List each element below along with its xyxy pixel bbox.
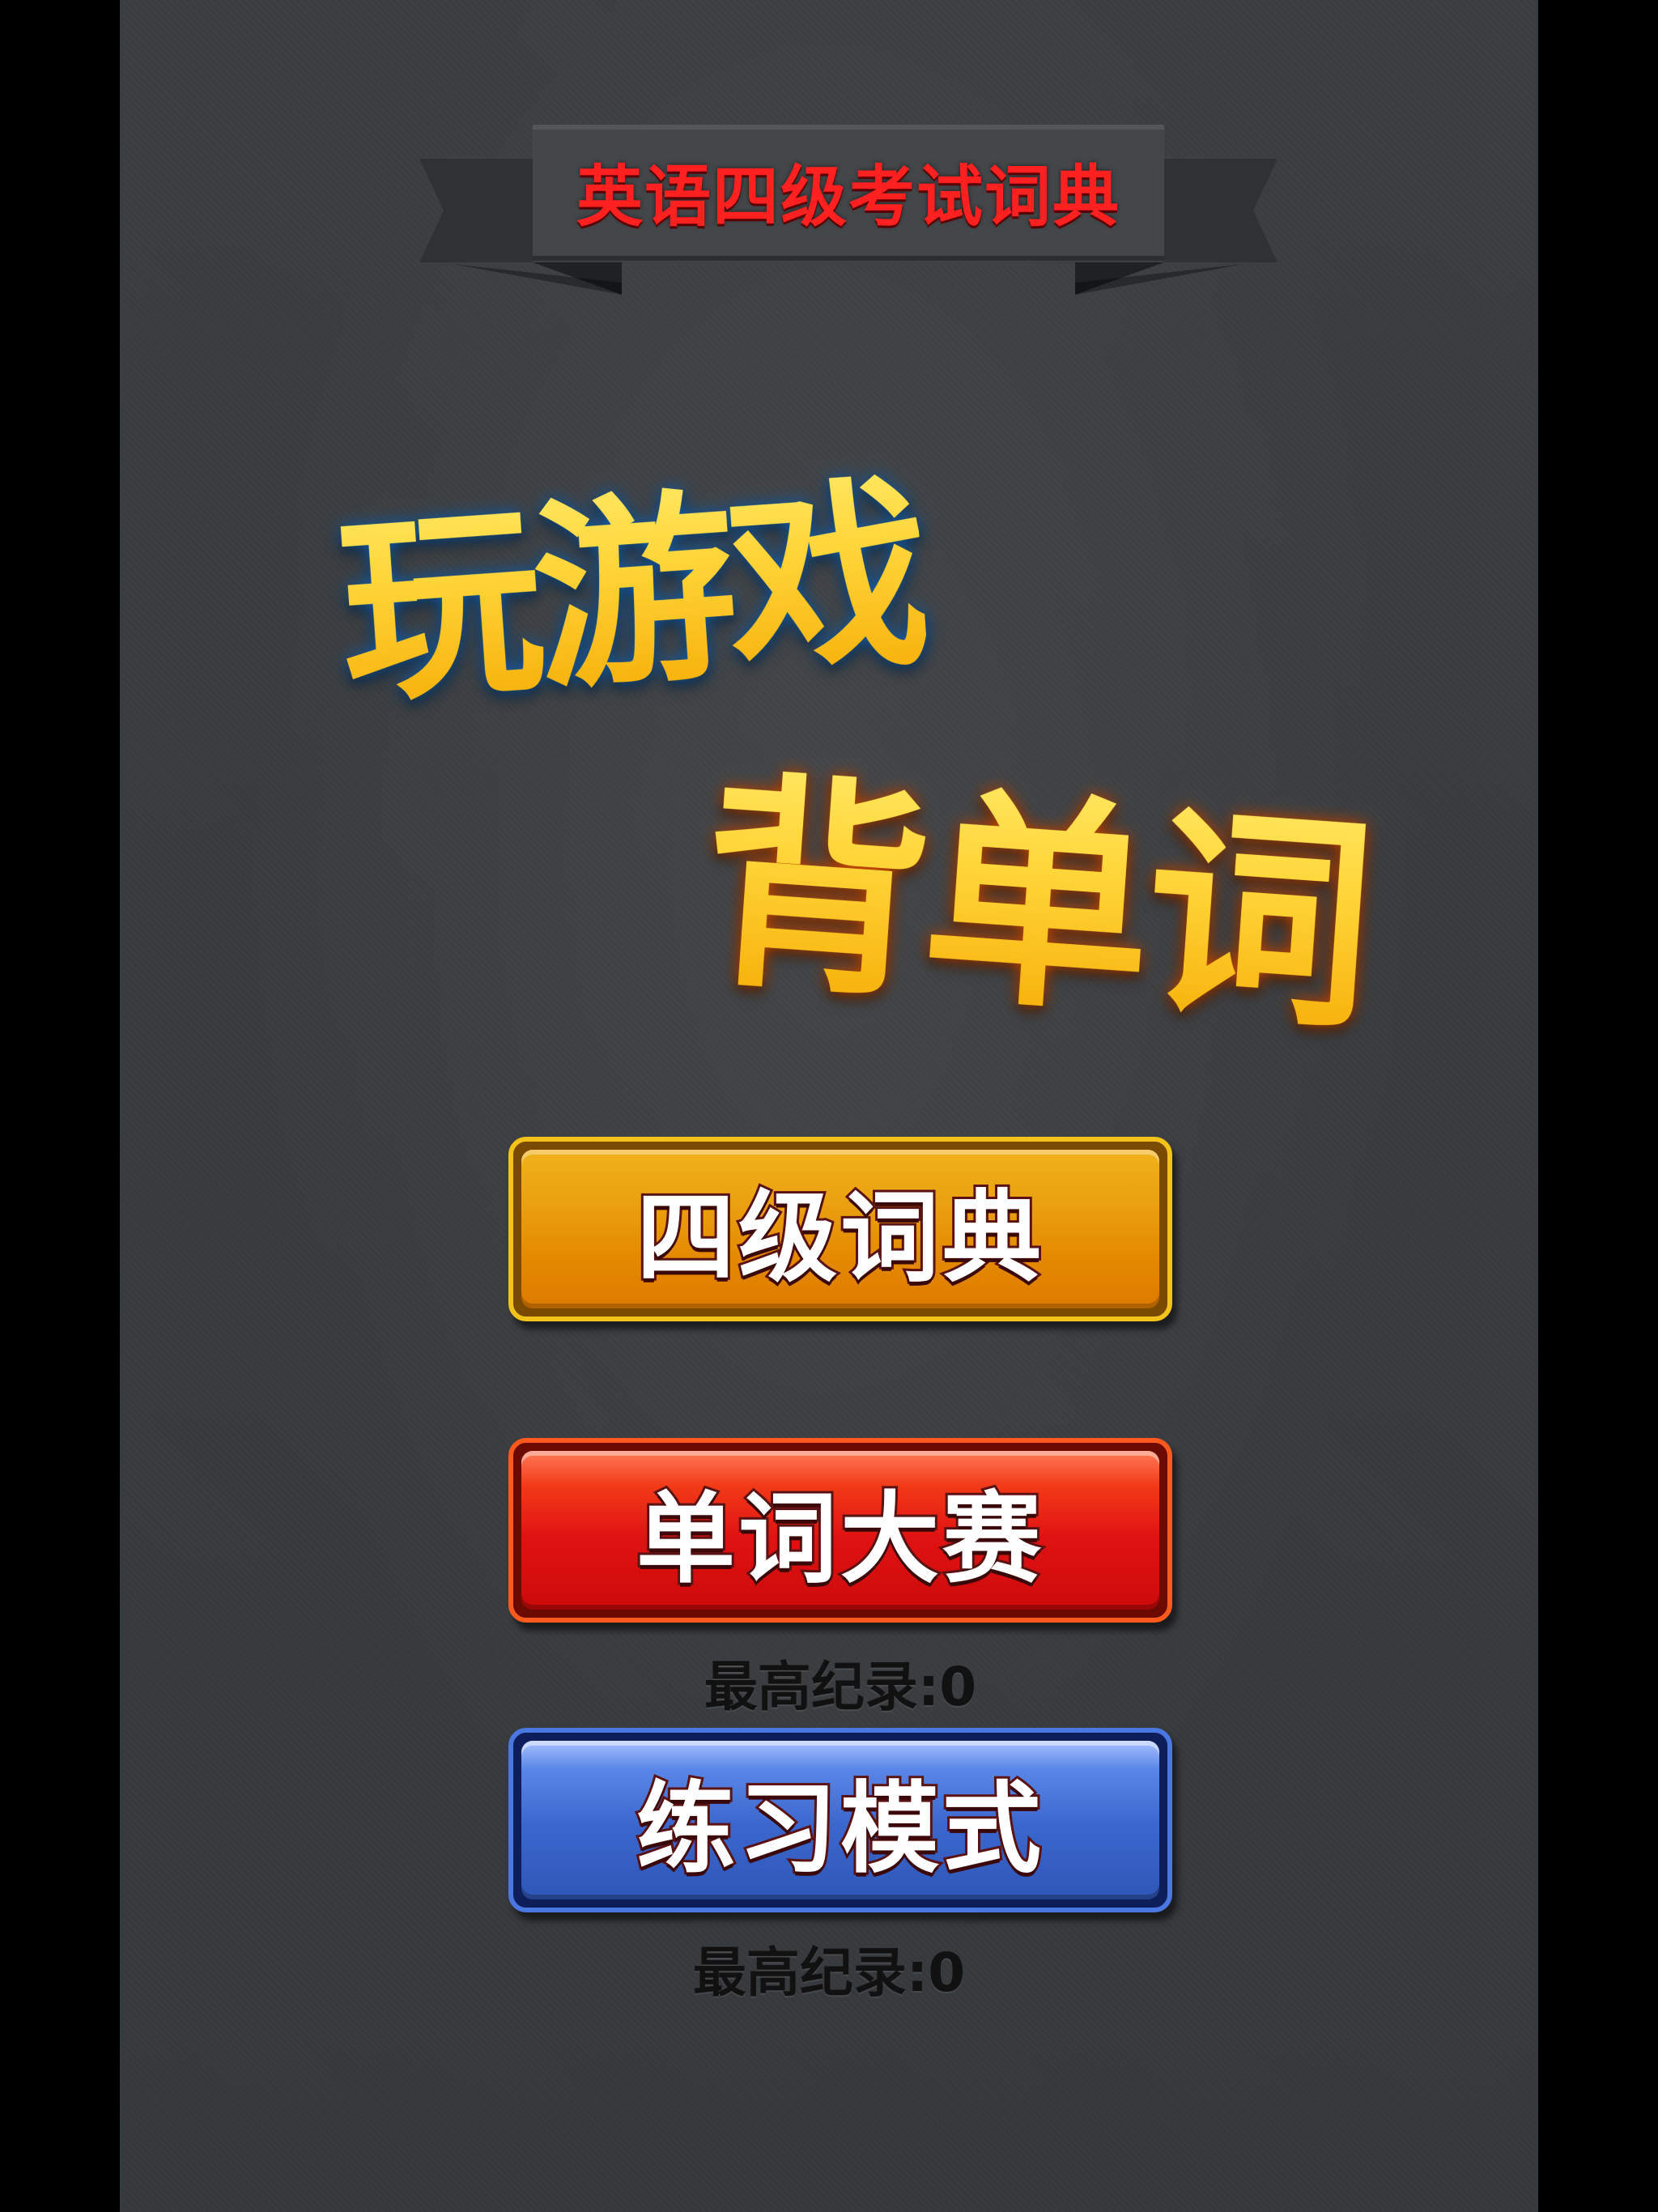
app-frame: 英语四级考试词典 玩游戏 背单词 四级词典 单词大赛 最高纪录:0 练习模式 最… (0, 0, 1658, 2212)
contest-high-score: 最高纪录:0 (704, 1656, 977, 1718)
practice-mode-button-label: 练习模式 (634, 1769, 1044, 1889)
game-screen: 英语四级考试词典 玩游戏 背单词 四级词典 单词大赛 最高纪录:0 练习模式 最… (120, 0, 1538, 2212)
hero-title-play-games: 玩游戏 (329, 409, 930, 742)
title-ribbon-banner: 英语四级考试词典 (419, 125, 1278, 295)
word-contest-button[interactable]: 单词大赛 (508, 1438, 1172, 1623)
practice-mode-button[interactable]: 练习模式 (508, 1728, 1172, 1912)
practice-high-score: 最高纪录:0 (692, 1942, 966, 2004)
word-contest-button-label: 单词大赛 (634, 1479, 1044, 1599)
dictionary-button[interactable]: 四级词典 (508, 1137, 1172, 1321)
dictionary-button-label: 四级词典 (634, 1178, 1044, 1298)
hero-title-memorize-words: 背单词 (694, 698, 1380, 1072)
app-title-text: 英语四级考试词典 (576, 159, 1120, 236)
